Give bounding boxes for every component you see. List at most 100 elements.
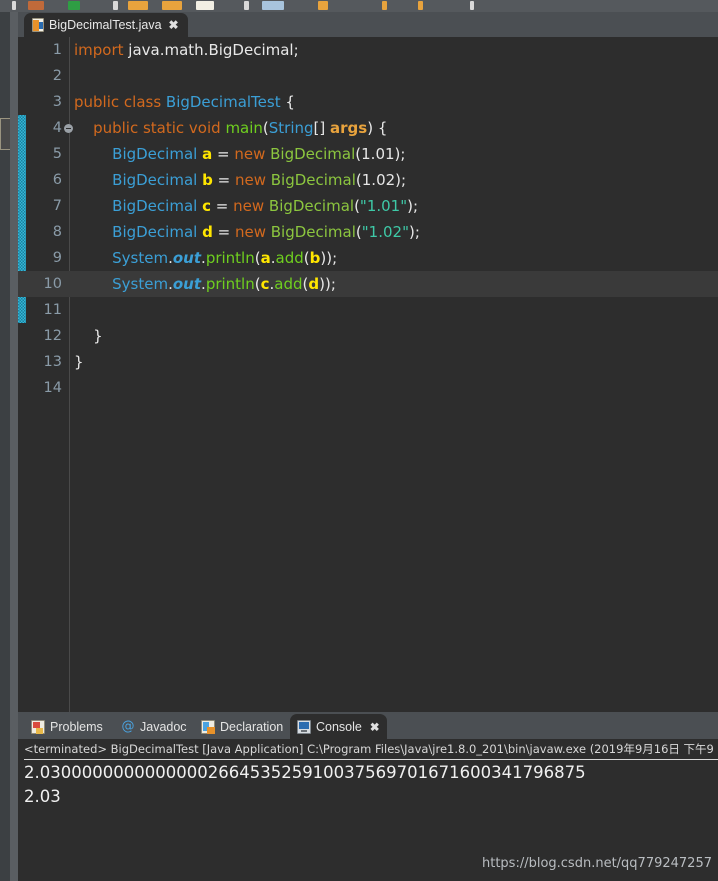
code-token: 1.02 (361, 171, 396, 189)
view-tab-console[interactable]: Console ✖ (290, 714, 387, 739)
file-icon[interactable] (196, 1, 214, 10)
line-number: 11 (43, 302, 62, 318)
line-number: 9 (52, 250, 62, 266)
print-icon[interactable] (28, 1, 44, 10)
navigate-icon[interactable] (262, 1, 284, 10)
code-token: println (205, 249, 255, 267)
code-token: a (202, 145, 213, 163)
open-folder-icon[interactable] (162, 1, 182, 10)
code-line[interactable]: 2 (18, 63, 718, 89)
code-line[interactable]: 6 BigDecimal b = new BigDecimal(1.02); (18, 167, 718, 193)
code-line[interactable]: 4 public static void main(String[] args)… (18, 115, 718, 141)
line-number: 5 (52, 146, 62, 162)
code-token: System (112, 249, 169, 267)
save-icon[interactable] (12, 1, 16, 10)
run-icon[interactable] (68, 1, 80, 10)
code-token: ); (395, 171, 407, 189)
code-token: BigDecimal (270, 171, 356, 189)
code-token: ); (408, 223, 420, 241)
code-token: b (202, 171, 213, 189)
line-number: 7 (52, 198, 62, 214)
line-number: 6 (52, 172, 62, 188)
code-token: main (225, 119, 263, 137)
code-token: String (268, 119, 314, 137)
code-line[interactable]: 9 System.out.println(a.add(b)); (18, 245, 718, 271)
editor-tab-bigdecimaltest[interactable]: BigDecimalTest.java ✖ (24, 13, 188, 37)
code-token: 1.01 (361, 145, 395, 163)
console-terminated-status: <terminated> BigDecimalTest [Java Applic… (24, 742, 714, 756)
code-token: BigDecimal (112, 197, 198, 215)
code-text-area[interactable]: 1 import java.math.BigDecimal; 2 3 public cl… (18, 37, 718, 712)
help-icon[interactable] (470, 1, 474, 10)
problems-icon (31, 719, 45, 734)
code-token: System (112, 275, 169, 293)
view-tab-label: Problems (50, 719, 103, 734)
console-view[interactable]: <terminated> BigDecimalTest [Java Applic… (18, 739, 718, 881)
code-line[interactable]: 7 BigDecimal c = new BigDecimal("1.01"); (18, 193, 718, 219)
code-line[interactable]: 11 (18, 297, 718, 323)
code-token: BigDecimalTest (165, 93, 281, 111)
view-tab-problems[interactable]: Problems (24, 714, 110, 739)
code-line-text: System.out.println(a.add(b)); (74, 245, 337, 271)
code-line-text: } (74, 349, 84, 375)
code-token: } (74, 353, 84, 371)
code-token: import (74, 41, 129, 59)
close-icon[interactable]: ✖ (169, 19, 179, 31)
line-number: 1 (52, 42, 62, 58)
code-token: public static void (74, 119, 226, 137)
code-token: = (211, 197, 234, 215)
code-token: c (260, 275, 270, 293)
code-token: a (260, 249, 271, 267)
bottom-view-part: Problems @ Javadoc Declaration Console ✖ <ter… (18, 712, 718, 881)
line-number: 3 (52, 94, 62, 110)
code-line-text: BigDecimal b = new BigDecimal(1.02); (74, 167, 406, 193)
line-number: 10 (43, 276, 62, 292)
code-token: BigDecimal (270, 145, 356, 163)
code-token: out (172, 249, 202, 267)
line-number: 8 (52, 224, 62, 240)
code-token: BigDecimal (268, 197, 355, 215)
code-token: java.math.BigDecimal; (128, 41, 299, 59)
code-token: out (172, 275, 202, 293)
code-line[interactable]: 3 public class BigDecimalTest { (18, 89, 718, 115)
bookmark-icon[interactable] (418, 1, 423, 10)
debug-icon[interactable] (113, 1, 118, 10)
collapse-fold-icon[interactable] (64, 124, 73, 133)
code-token: = (212, 171, 235, 189)
code-token: args (330, 119, 368, 137)
code-line[interactable]: 12 } (18, 323, 718, 349)
view-tab-declaration[interactable]: Declaration (194, 714, 290, 739)
console-output: 2.03000000000000002664535259100375697016… (24, 761, 718, 809)
code-token: BigDecimal (270, 223, 356, 241)
watermark-text: https://blog.csdn.net/qq779247257 (481, 856, 712, 871)
view-tab-label: Declaration (220, 719, 284, 734)
console-output-line: 2.03 (24, 787, 61, 806)
editor-tabbar: BigDecimalTest.java ✖ (18, 12, 718, 37)
new-folder-icon[interactable] (128, 1, 148, 10)
code-token: d (202, 223, 213, 241)
perspective-icon[interactable] (318, 1, 328, 10)
code-token: new (234, 145, 266, 163)
marker-icon[interactable] (382, 1, 387, 10)
code-line[interactable]: 13} (18, 349, 718, 375)
code-line[interactable]: 5 BigDecimal a = new BigDecimal(1.01); (18, 141, 718, 167)
view-tab-javadoc[interactable]: @ Javadoc (114, 714, 194, 739)
line-number: 4 (52, 120, 62, 136)
code-token: )); (319, 275, 336, 293)
editor-body[interactable]: 1 import java.math.BigDecimal; 2 3 public cl… (18, 37, 718, 712)
code-token: println (205, 275, 255, 293)
code-line[interactable]: 1 import java.math.BigDecimal; (18, 37, 718, 63)
code-token: d (308, 275, 320, 293)
code-token: [] (313, 119, 331, 137)
code-token: public class (74, 93, 166, 111)
code-token: BigDecimal (112, 145, 198, 163)
code-line[interactable]: 10 System.out.println(c.add(d)); (18, 271, 718, 297)
search-icon[interactable] (244, 1, 249, 10)
code-line[interactable]: 8 BigDecimal d = new BigDecimal("1.02"); (18, 219, 718, 245)
console-icon (297, 719, 311, 734)
close-icon[interactable]: ✖ (370, 720, 380, 734)
code-line[interactable]: 14 (18, 375, 718, 401)
editor-tab-label: BigDecimalTest.java (49, 18, 162, 32)
